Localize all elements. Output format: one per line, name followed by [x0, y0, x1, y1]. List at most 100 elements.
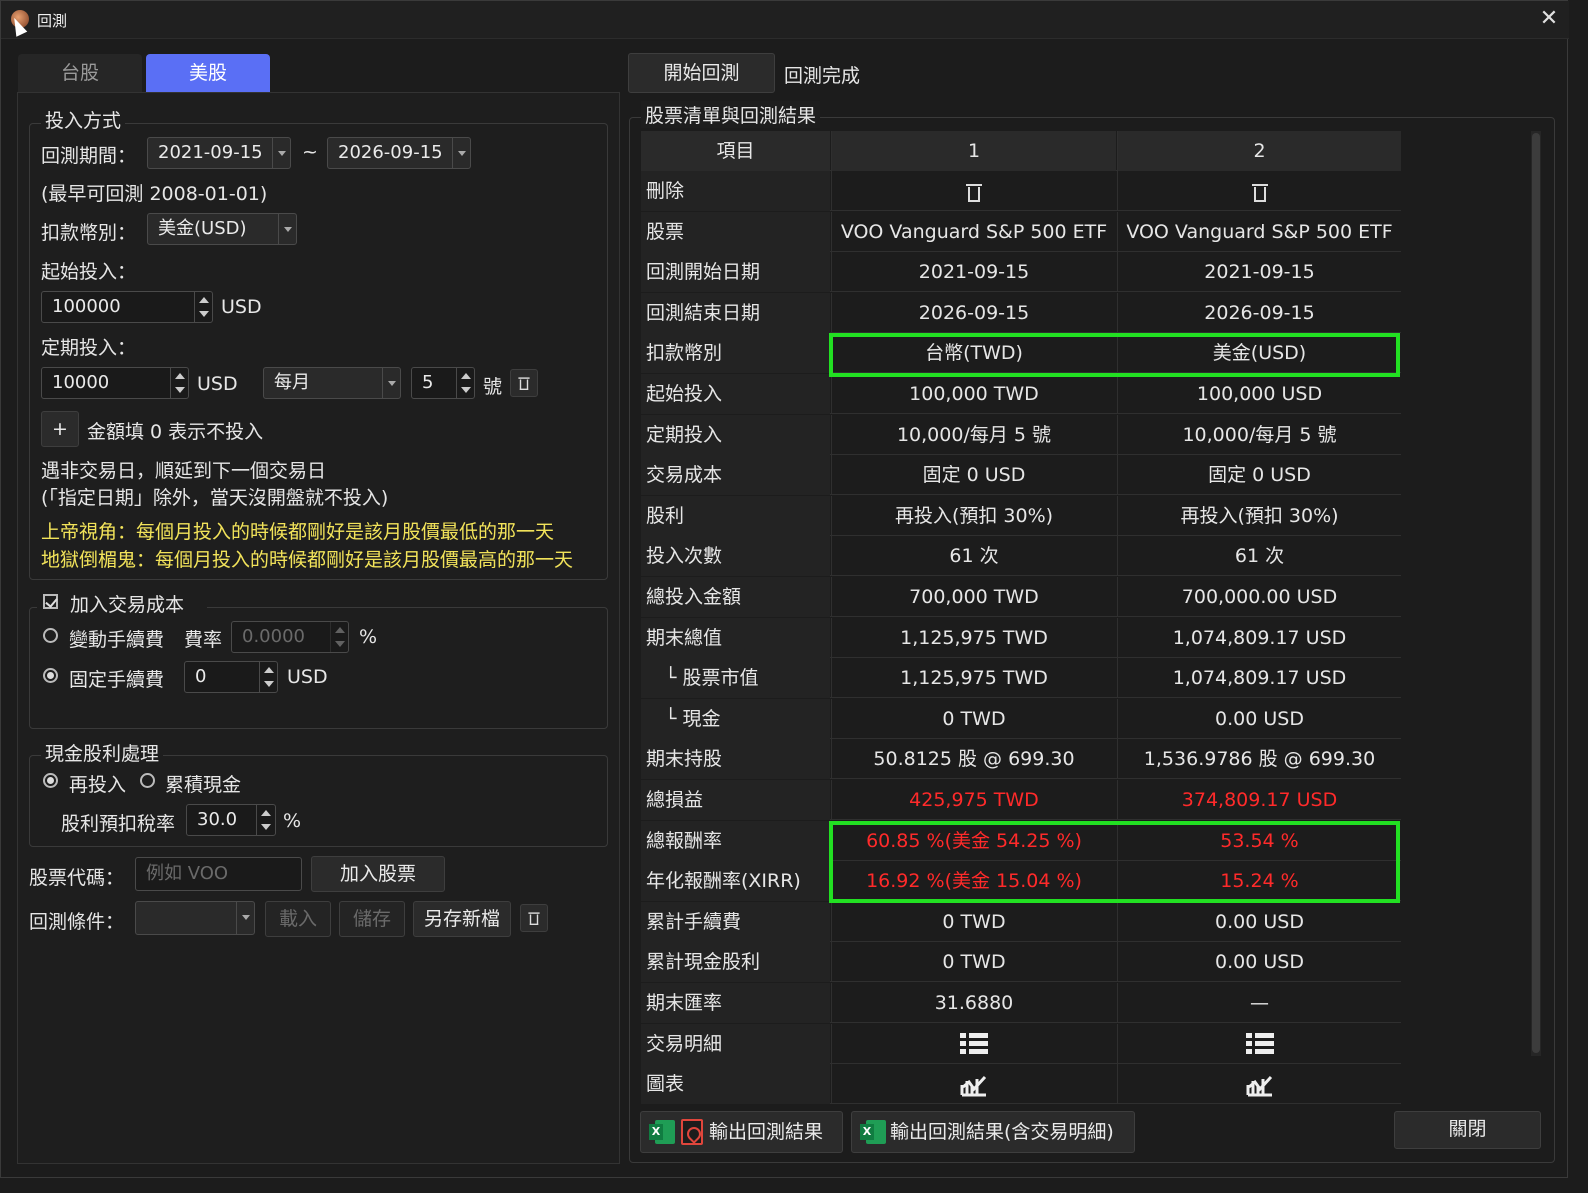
start-date-picker[interactable]: 2021-09-15	[147, 137, 291, 169]
table-row: 交易明細	[641, 1023, 1401, 1064]
rate-stepper[interactable]	[330, 621, 348, 653]
highlight-currency	[829, 333, 1400, 377]
row-label: └ 股票市值	[641, 658, 830, 699]
row-label: 刪除	[641, 171, 830, 211]
row-value-2: 2026-09-15	[1117, 292, 1401, 333]
chart-cell[interactable]	[1117, 1064, 1401, 1105]
bad-luck-link[interactable]: 地獄倒楣鬼：每個月投入的時候都剛好是該月股價最高的那一天	[41, 545, 573, 572]
tax-rate-value: 30.0	[197, 809, 238, 830]
row-label: 累計手續費	[641, 901, 830, 942]
row-value-2: 固定 0 USD	[1117, 455, 1401, 496]
table-row: 股利 再投入(預扣 30%) 再投入(預扣 30%)	[641, 495, 1401, 536]
save-as-button[interactable]: 另存新檔	[413, 901, 511, 937]
table-row: 股票 VOO Vanguard S&P 500 ETF VOO Vanguard S…	[641, 211, 1401, 252]
variable-fee-radio[interactable]	[43, 628, 58, 643]
table-row: 期末總值 1,125,975 TWD 1,074,809.17 USD	[641, 617, 1401, 658]
chart-icon[interactable]	[1246, 1073, 1274, 1097]
save-button[interactable]: 儲存	[339, 901, 405, 937]
god-view-link[interactable]: 上帝視角：每個月投入的時候都剛好是該月股價最低的那一天	[41, 517, 554, 544]
list-icon[interactable]	[1245, 1033, 1274, 1056]
delete-periodic-button[interactable]	[510, 369, 538, 397]
row-label: 扣款幣別	[641, 333, 830, 374]
tab-us-stock[interactable]: 美股	[146, 54, 270, 92]
row-value-2: 2021-09-15	[1117, 252, 1401, 293]
ticker-input[interactable]: 例如 VOO	[135, 857, 302, 891]
row-value-2: 0.00 USD	[1117, 901, 1401, 942]
table-scrollbar-thumb[interactable]	[1532, 133, 1540, 1053]
delete-stock-cell[interactable]	[1117, 171, 1401, 211]
row-label: 回測結束日期	[641, 292, 830, 333]
periodic-investment-stepper[interactable]	[170, 367, 188, 399]
periodic-investment-input[interactable]: 10000	[41, 367, 189, 399]
table-header-row: 項目 1 2	[641, 131, 1401, 171]
period-label: 回測期間：	[41, 145, 137, 167]
tax-rate-stepper[interactable]	[256, 804, 274, 836]
chevron-down-icon[interactable]	[278, 214, 296, 244]
start-backtest-button[interactable]: 開始回測	[628, 53, 775, 93]
chevron-down-icon[interactable]	[236, 902, 254, 934]
table-row: 起始投入 100,000 TWD 100,000 USD	[641, 374, 1401, 414]
non-trading-note-2: (「指定日期」除外，當天沒開盤就不投入)	[41, 487, 389, 509]
row-value-1: 固定 0 USD	[831, 455, 1116, 496]
ticker-label: 股票代碼：	[29, 867, 125, 889]
day-stepper[interactable]	[456, 367, 474, 399]
table-row: 期末持股 50.8125 股 @ 699.30 1,536.9786 股 @ 699…	[641, 739, 1401, 780]
excel-icon: X	[860, 1120, 886, 1144]
transaction-detail-cell[interactable]	[1117, 1023, 1401, 1064]
row-label: 期末總值	[641, 617, 830, 658]
periodic-investment-value: 10000	[52, 372, 110, 393]
row-label: 交易明細	[641, 1023, 830, 1064]
fixed-fee-radio[interactable]	[43, 668, 58, 683]
close-button[interactable]: 關閉	[1394, 1111, 1541, 1149]
currency-select[interactable]: 美金(USD)	[147, 213, 297, 245]
add-cost-checkbox[interactable]	[43, 594, 58, 609]
chart-icon[interactable]	[960, 1073, 988, 1097]
trash-icon[interactable]	[966, 182, 982, 202]
row-value-1: VOO Vanguard S&P 500 ETF	[831, 211, 1116, 252]
export-results-button[interactable]: X 輸出回測結果	[640, 1111, 843, 1153]
table-row: └ 現金 0 TWD 0.00 USD	[641, 698, 1401, 739]
delete-stock-cell[interactable]	[831, 171, 1116, 211]
row-label: 回測開始日期	[641, 252, 830, 293]
tax-rate-label: 股利預扣稅率	[61, 813, 176, 835]
row-value-2: 700,000.00 USD	[1117, 577, 1401, 617]
chevron-down-icon[interactable]	[452, 138, 470, 168]
row-value-1: 0 TWD	[831, 698, 1116, 739]
frequency-select[interactable]: 每月	[263, 367, 401, 399]
delete-condition-button[interactable]	[520, 904, 548, 932]
transaction-detail-cell[interactable]	[831, 1023, 1116, 1064]
currency-label: 扣款幣別：	[41, 222, 137, 244]
table-row: 定期投入 10,000/每月 5 號 10,000/每月 5 號	[641, 414, 1401, 455]
reinvest-label: 再投入	[69, 774, 127, 796]
chevron-down-icon[interactable]	[382, 368, 400, 398]
row-value-1: 61 次	[831, 536, 1116, 577]
initial-investment-input[interactable]: 100000	[41, 291, 213, 323]
currency-select-value: 美金(USD)	[158, 218, 247, 239]
condition-select[interactable]	[135, 901, 255, 935]
export-detail-button[interactable]: X 輸出回測結果(含交易明細)	[851, 1111, 1135, 1153]
close-icon[interactable]: ✕	[1537, 6, 1561, 31]
chevron-down-icon[interactable]	[272, 138, 290, 168]
table-row: 回測結束日期 2026-09-15 2026-09-15	[641, 292, 1401, 333]
results-group-title: 股票清單與回測結果	[641, 101, 821, 128]
chart-cell[interactable]	[831, 1064, 1116, 1105]
accumulate-radio[interactable]	[140, 773, 155, 788]
initial-investment-stepper[interactable]	[194, 291, 212, 323]
add-periodic-button[interactable]: +	[41, 411, 79, 447]
invest-group-title: 投入方式	[41, 106, 126, 133]
end-date-picker[interactable]: 2026-09-15	[327, 137, 471, 169]
reinvest-radio[interactable]	[43, 773, 58, 788]
fixed-fee-unit: USD	[287, 666, 328, 688]
row-value-1: 50.8125 股 @ 699.30	[831, 739, 1116, 780]
fixed-fee-stepper[interactable]	[259, 661, 277, 693]
ticker-placeholder: 例如 VOO	[146, 863, 229, 884]
initial-investment-unit: USD	[221, 296, 262, 318]
load-button[interactable]: 載入	[265, 901, 331, 937]
trash-icon[interactable]	[1251, 182, 1268, 202]
list-icon[interactable]	[960, 1033, 988, 1056]
table-row: 總投入金額 700,000 TWD 700,000.00 USD	[641, 577, 1401, 617]
tab-tw-stock[interactable]: 台股	[18, 54, 142, 92]
title-bar: 回測 ✕	[1, 1, 1569, 39]
add-stock-button[interactable]: 加入股票	[311, 856, 445, 892]
rate-value: 0.0000	[242, 626, 305, 647]
